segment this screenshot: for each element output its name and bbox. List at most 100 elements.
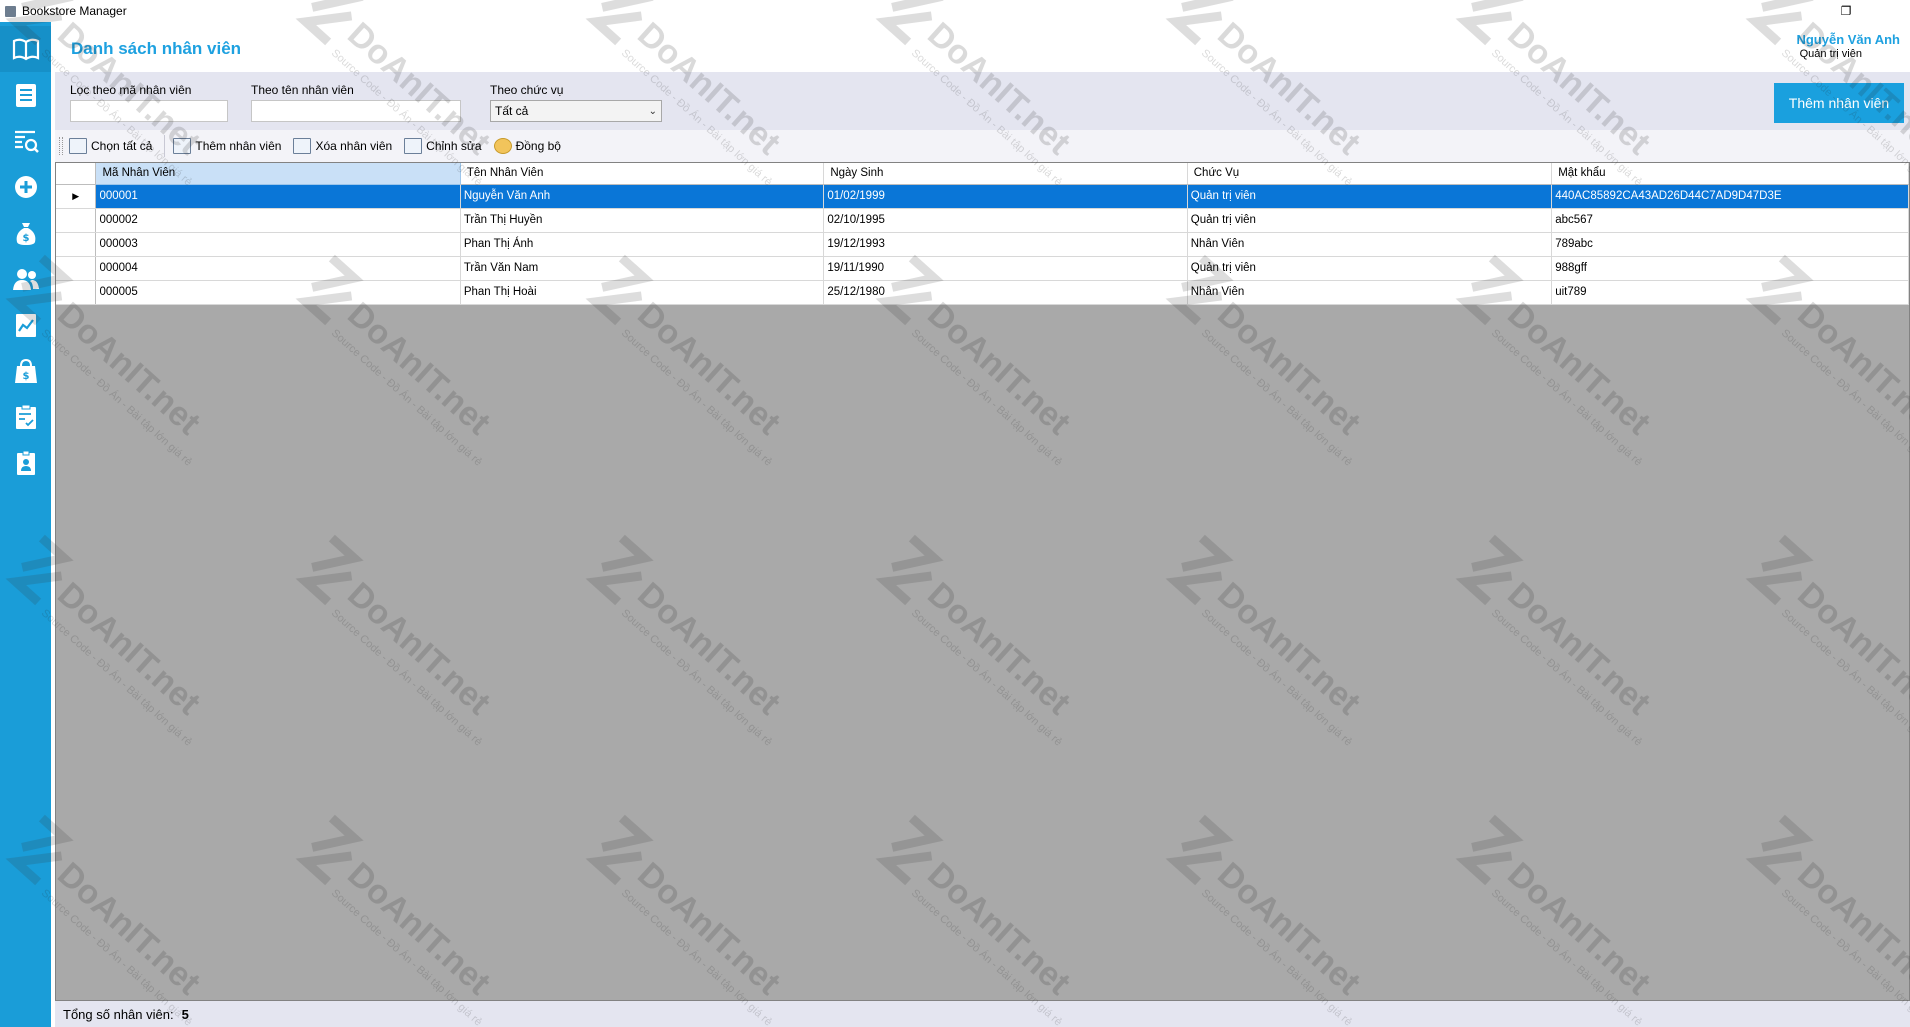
toolbar-grip <box>59 137 63 155</box>
column-header[interactable]: Tên Nhân Viên <box>460 163 825 185</box>
toolbar: Chọn tất cả Thêm nhân viên Xóa nhân viên… <box>55 130 1910 162</box>
sidebar-item-profile[interactable] <box>0 440 51 486</box>
user-name: Nguyễn Văn Anh <box>1796 32 1900 47</box>
sidebar-item-employees[interactable] <box>0 256 51 302</box>
table-cell[interactable]: Nhân Viên <box>1187 232 1553 257</box>
table-cell[interactable]: Phan Thị Ánh <box>460 232 825 257</box>
table-cell[interactable]: 01/02/1999 <box>823 184 1188 209</box>
table-cell[interactable]: Nguyễn Văn Anh <box>460 184 825 209</box>
add-employee-button[interactable]: Thêm nhân viên <box>1774 83 1904 123</box>
sidebar-item-finance[interactable]: $ <box>0 210 51 256</box>
sync-icon <box>493 138 512 154</box>
header: Danh sách nhân viên Nguyễn Văn Anh Quản … <box>51 22 1910 72</box>
book-icon <box>12 38 39 61</box>
chart-icon <box>15 314 36 337</box>
money-bag-icon: $ <box>16 223 35 245</box>
shopping-bag-icon: $ <box>14 358 37 383</box>
filter-by-name-label: Theo tên nhân viên <box>251 83 354 97</box>
list-icon <box>15 84 36 107</box>
delete-employee-icon <box>293 138 312 154</box>
toolbar-edit-button[interactable]: Chỉnh sửa <box>404 138 482 154</box>
clipboard-check-icon <box>15 404 36 429</box>
chevron-down-icon: ⌄ <box>648 105 657 117</box>
filter-by-name-input[interactable] <box>251 100 461 122</box>
row-indicator[interactable] <box>56 256 97 281</box>
column-header[interactable]: Mật khẩu <box>1551 163 1909 185</box>
toolbar-delete-label: Xóa nhân viên <box>315 139 393 153</box>
filter-by-role-select[interactable]: Tất cả ⌄ <box>490 100 662 122</box>
toolbar-delete-button[interactable]: Xóa nhân viên <box>293 138 392 154</box>
row-header-corner <box>56 163 97 185</box>
filter-panel: Lọc theo mã nhân viên Theo tên nhân viên… <box>55 72 1910 130</box>
table-cell[interactable]: 02/10/1995 <box>823 208 1188 233</box>
toolbar-add-button[interactable]: Thêm nhân viên <box>173 138 281 154</box>
table-row[interactable]: 000003 Phan Thị Ánh 19/12/1993 Nhân Viên… <box>56 232 1909 257</box>
table-cell[interactable]: Quản trị viên <box>1187 184 1553 209</box>
sidebar-item-reports[interactable] <box>0 302 51 348</box>
table-cell[interactable]: Nhân Viên <box>1187 280 1553 305</box>
table-cell[interactable]: 25/12/1980 <box>823 280 1188 305</box>
filter-by-id-input[interactable] <box>70 100 228 122</box>
table-cell[interactable]: Quản trị viên <box>1187 208 1553 233</box>
sidebar-item-search[interactable] <box>0 118 51 164</box>
table-row[interactable]: 000002 Trần Thị Huyền 02/10/1995 Quản tr… <box>56 208 1909 233</box>
table-cell[interactable]: 440AC85892CA43AD26D44C7AD9D47D3E <box>1551 184 1909 209</box>
add-circle-icon <box>14 176 37 198</box>
select-all-label: Chọn tất cả <box>91 139 153 153</box>
select-all-icon <box>69 138 87 154</box>
sidebar-item-invoices[interactable] <box>0 72 51 118</box>
filter-by-id-label: Lọc theo mã nhân viên <box>70 83 192 97</box>
total-employees-label: Tổng số nhân viên: <box>63 1006 174 1022</box>
table-cell[interactable]: 19/11/1990 <box>823 256 1188 281</box>
toolbar-add-label: Thêm nhân viên <box>195 139 282 153</box>
table-cell[interactable]: Phan Thị Hoài <box>460 280 825 305</box>
employee-grid: Mã Nhân Viên Tên Nhân Viên Ngày Sinh Chứ… <box>55 162 1910 1001</box>
id-badge-icon <box>16 450 35 475</box>
users-icon <box>12 269 39 290</box>
toolbar-separator <box>164 135 166 157</box>
row-indicator[interactable] <box>56 208 97 233</box>
filter-by-role-label: Theo chức vụ <box>490 83 564 97</box>
table-cell[interactable]: 000004 <box>95 256 461 281</box>
row-indicator[interactable] <box>56 232 97 257</box>
add-employee-icon <box>173 138 192 154</box>
app-icon <box>5 5 16 17</box>
table-cell[interactable]: 000002 <box>95 208 461 233</box>
edit-icon <box>404 138 423 154</box>
status-footer: Tổng số nhân viên: 5 <box>55 1001 1910 1027</box>
column-header[interactable]: Chức Vụ <box>1187 163 1553 185</box>
restore-window-button[interactable]: ❐ <box>1832 0 1860 22</box>
row-indicator[interactable] <box>56 280 97 305</box>
total-employees-count: 5 <box>181 1006 189 1022</box>
table-row[interactable]: 000004 Trần Văn Nam 19/11/1990 Quản trị … <box>56 256 1909 281</box>
row-indicator[interactable]: ▶ <box>56 184 97 209</box>
table-cell[interactable]: 000001 <box>95 184 461 209</box>
table-row[interactable]: 000005 Phan Thị Hoài 25/12/1980 Nhân Viê… <box>56 280 1909 305</box>
employee-table: Mã Nhân Viên Tên Nhân Viên Ngày Sinh Chứ… <box>56 163 1909 305</box>
table-cell[interactable]: 19/12/1993 <box>823 232 1188 257</box>
table-cell[interactable]: Trần Văn Nam <box>460 256 825 281</box>
search-report-icon <box>14 130 39 153</box>
column-header[interactable]: Mã Nhân Viên <box>95 163 461 185</box>
page-title: Danh sách nhân viên <box>71 39 242 58</box>
table-cell[interactable]: 000003 <box>95 232 461 257</box>
sidebar-item-checklist[interactable] <box>0 394 51 440</box>
table-cell[interactable]: Quản trị viên <box>1187 256 1553 281</box>
table-cell[interactable]: 000005 <box>95 280 461 305</box>
table-cell[interactable]: abc567 <box>1551 208 1909 233</box>
filter-by-role-value: Tất cả <box>495 104 529 118</box>
select-all-button[interactable]: Chọn tất cả <box>69 138 152 154</box>
sidebar-item-sales[interactable]: $ <box>0 348 51 394</box>
table-cell[interactable]: Trần Thị Huyền <box>460 208 825 233</box>
sidebar: $ $ <box>0 22 51 1027</box>
sidebar-item-add[interactable] <box>0 164 51 210</box>
svg-text:$: $ <box>22 233 29 244</box>
toolbar-sync-button[interactable]: Đồng bộ <box>493 138 561 154</box>
table-cell[interactable]: 988gff <box>1551 256 1909 281</box>
column-header[interactable]: Ngày Sinh <box>823 163 1188 185</box>
sidebar-item-books[interactable] <box>0 26 51 72</box>
table-cell[interactable]: uit789 <box>1551 280 1909 305</box>
table-row[interactable]: ▶ 000001 Nguyễn Văn Anh 01/02/1999 Quản … <box>56 184 1909 209</box>
toolbar-sync-label: Đồng bộ <box>515 139 561 153</box>
table-cell[interactable]: 789abc <box>1551 232 1909 257</box>
